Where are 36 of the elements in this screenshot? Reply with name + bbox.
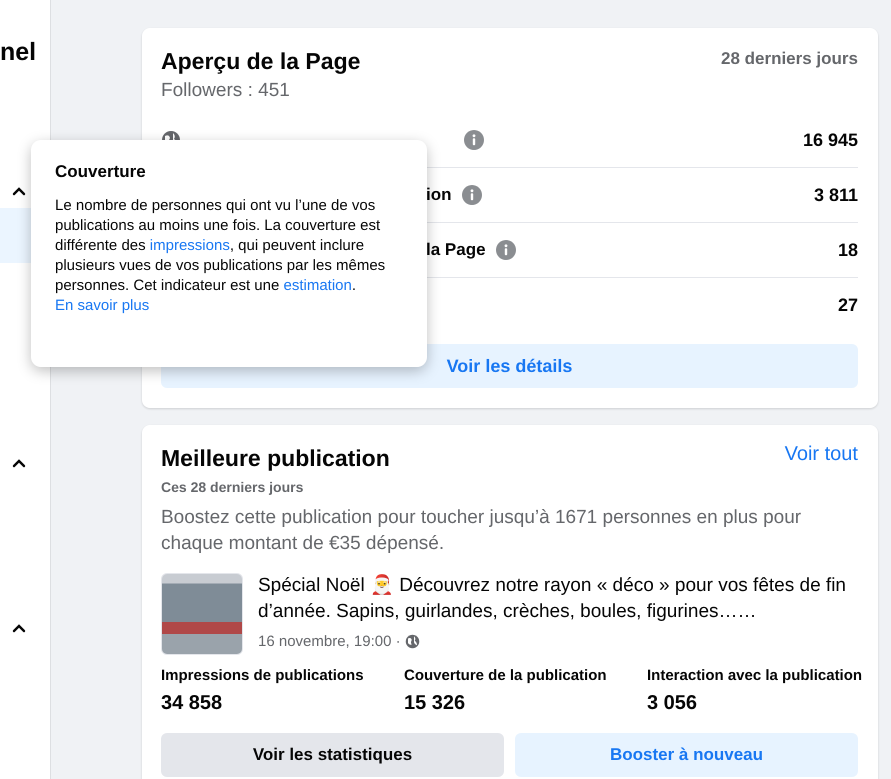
boost-text: Boostez cette publication pour toucher jusqu’à 1671 personnes en plus pour chaque montant de €35 dépensé. — [161, 506, 802, 556]
period-label: 28 derniers jours — [720, 48, 858, 70]
see-all-link[interactable]: Voir tout — [784, 443, 858, 466]
stat-label: Impressions de publications — [161, 667, 365, 684]
stat-value: 15 326 — [404, 692, 466, 715]
followers-count: Followers : 451 — [161, 80, 291, 102]
metric-label: ion — [426, 185, 452, 205]
chevron-up-icon[interactable] — [12, 187, 26, 196]
sidebar-title: nel — [0, 37, 38, 67]
stat-value: 34 858 — [161, 692, 224, 715]
tooltip-title: Couverture — [55, 162, 147, 182]
chevron-up-icon[interactable] — [12, 624, 26, 633]
info-icon[interactable] — [462, 185, 482, 205]
card-title: Aperçu de la Page — [161, 47, 360, 76]
globe-icon — [404, 634, 420, 649]
metric-value: 3 811 — [814, 184, 858, 206]
statistics-button[interactable]: Voir les statistiques — [161, 733, 504, 777]
metric-value: 27 — [838, 294, 858, 316]
metric-label: la Page — [426, 240, 486, 260]
post-text: Spécial Noël 🎅 Découvrez notre rayon « déco » pour vos fêtes de fin d’année. Sapins, guirlandes, crèches, boules, figurines…… — [258, 573, 847, 624]
chevron-up-icon[interactable] — [12, 459, 26, 468]
tooltip-text: Le nombre de personnes qui ont vu l’une de vos publications au moins une fois. La couverture est différente des impressions, qui peuvent inclure plusieurs vues de vos publications par les mêmes personnes. Cet indicateur est une estimation. En savoir plus — [55, 196, 386, 316]
stat-label: Interaction avec la publication — [647, 667, 864, 684]
boost-button[interactable]: Booster à nouveau — [515, 733, 858, 777]
impressions-link[interactable]: impressions — [150, 237, 230, 254]
post-date: 16 novembre, 19:00 · — [258, 633, 401, 650]
info-icon[interactable] — [496, 240, 516, 260]
stat-label: Couverture de la publication — [404, 667, 608, 684]
info-icon[interactable] — [464, 130, 484, 150]
metric-value: 18 — [838, 240, 858, 260]
stat-value: 3 056 — [647, 692, 698, 715]
period-label: Ces 28 derniers jours — [161, 479, 304, 495]
metric-value: 16 945 — [802, 130, 858, 150]
card-title: Meilleure publication — [161, 444, 390, 473]
estimation-link[interactable]: estimation — [283, 277, 352, 294]
learn-more-link[interactable]: En savoir plus — [55, 297, 150, 314]
